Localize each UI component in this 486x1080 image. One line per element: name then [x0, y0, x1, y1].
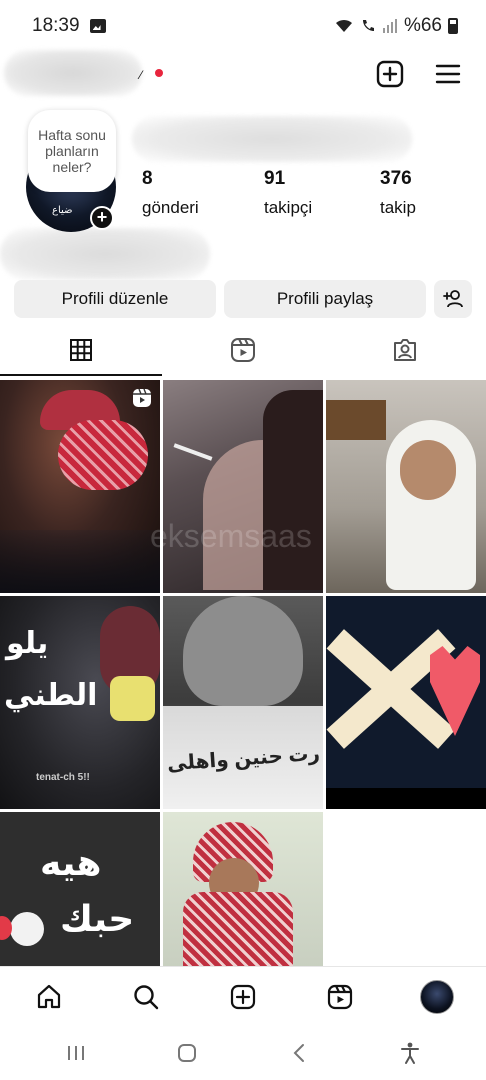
stat-following[interactable]: 376 takip — [380, 168, 416, 218]
post-thumbnail[interactable] — [163, 380, 323, 593]
post-overlay-text: هيه — [40, 842, 102, 883]
following-label: takip — [380, 198, 416, 217]
home-square-icon — [178, 1044, 197, 1062]
search-icon — [134, 984, 158, 1009]
add-story-icon[interactable]: + — [90, 206, 114, 230]
nav-home[interactable] — [24, 972, 74, 1022]
profile-avatar — [420, 979, 455, 1014]
create-button[interactable] — [374, 58, 406, 90]
tab-tagged[interactable] — [324, 322, 486, 378]
nav-search[interactable] — [121, 972, 171, 1022]
posts-count: 8 — [142, 168, 153, 189]
following-count: 376 — [380, 168, 412, 189]
bottom-nav — [0, 966, 486, 1026]
post-thumbnail[interactable]: هيه حبك — [0, 812, 160, 968]
active-tab-indicator — [0, 374, 162, 376]
posts-label: gönderi — [142, 198, 199, 217]
share-profile-button[interactable]: Profili paylaş — [224, 280, 426, 318]
stat-posts[interactable]: 8 gönderi — [142, 168, 199, 218]
followers-count: 91 — [264, 168, 286, 189]
watermark: eksemsaas — [150, 518, 312, 554]
tagged-icon — [394, 339, 416, 361]
profile-tabs — [0, 322, 486, 378]
post-caption: tenat-ch 5!! — [36, 772, 90, 783]
battery-percent: %66 — [403, 15, 442, 36]
note-bubble[interactable]: Hafta sonu planların neler? — [28, 110, 116, 192]
post-thumbnail[interactable]: رت حنين واهلى — [163, 596, 323, 809]
username-blurred[interactable] — [4, 50, 142, 96]
discover-people-button[interactable] — [434, 280, 472, 318]
reels-icon — [231, 338, 255, 362]
bio-blurred — [0, 228, 210, 280]
signal-icon — [382, 19, 397, 33]
notification-dot — [155, 69, 163, 77]
recents-icon — [67, 1046, 84, 1060]
battery-icon — [448, 18, 458, 34]
reel-badge-icon — [132, 388, 152, 413]
wifi-icon — [335, 19, 352, 32]
home-button[interactable] — [167, 1033, 207, 1073]
call-icon — [362, 20, 374, 31]
home-icon — [37, 984, 60, 1008]
nav-profile[interactable] — [412, 972, 462, 1022]
tab-reels[interactable] — [162, 322, 324, 378]
nav-create[interactable] — [218, 972, 268, 1022]
post-overlay-text: الطني — [4, 679, 98, 712]
create-icon — [230, 984, 256, 1009]
grid-icon — [70, 339, 92, 361]
reels-icon — [328, 984, 353, 1009]
stat-followers[interactable]: 91 takipçi — [264, 168, 312, 218]
profile-header: ⁄ — [0, 48, 486, 100]
back-button[interactable] — [279, 1033, 319, 1073]
accessibility-icon — [401, 1042, 420, 1064]
recents-button[interactable] — [56, 1033, 96, 1073]
back-chevron-icon — [293, 1044, 304, 1062]
edit-profile-button[interactable]: Profili düzenle — [14, 280, 216, 318]
accessibility-button[interactable] — [390, 1033, 430, 1073]
post-thumbnail[interactable] — [163, 812, 323, 968]
post-thumbnail[interactable] — [326, 596, 486, 809]
chevron-down-icon[interactable]: ⁄ — [140, 68, 142, 82]
fullname-blurred — [132, 116, 412, 162]
post-overlay-text: يلو — [6, 627, 49, 660]
post-overlay-text: حبك — [60, 898, 135, 939]
post-thumbnail[interactable] — [326, 380, 486, 593]
tab-posts-grid[interactable] — [0, 322, 162, 378]
post-thumbnail[interactable] — [0, 380, 160, 593]
avatar-caption: ضياع — [52, 205, 73, 216]
menu-button[interactable] — [432, 58, 464, 90]
followers-label: takipçi — [264, 198, 313, 217]
gallery-notification-icon — [89, 19, 106, 33]
add-person-icon — [443, 290, 463, 308]
system-nav-bar — [0, 1026, 486, 1080]
nav-reels[interactable] — [315, 972, 365, 1022]
post-thumbnail[interactable]: يلو الطني tenat-ch 5!! — [0, 596, 160, 809]
status-bar: 18:39 %66 — [0, 0, 486, 52]
status-time: 18:39 — [32, 15, 80, 36]
hamburger-icon — [435, 64, 461, 84]
plus-square-icon — [376, 60, 404, 88]
